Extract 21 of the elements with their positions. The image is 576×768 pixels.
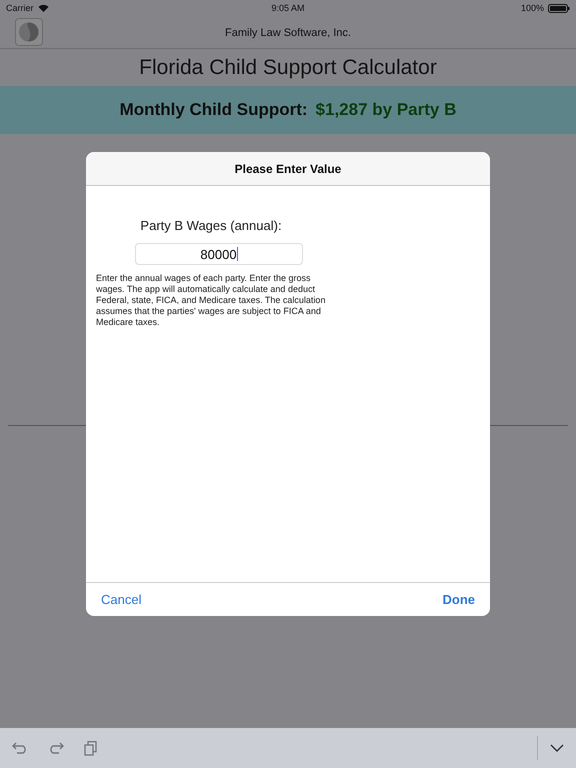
page-title: Florida Child Support Calculator <box>138 54 438 80</box>
chevron-down-icon[interactable] <box>550 744 564 752</box>
carrier-label: Carrier <box>6 3 34 13</box>
app-logo-button[interactable] <box>15 18 43 46</box>
undo-icon[interactable] <box>12 742 28 754</box>
summary-label: Monthly Child Support: <box>120 100 308 120</box>
paste-icon[interactable] <box>84 740 98 756</box>
dialog-title: Please Enter Value <box>86 152 490 186</box>
done-button[interactable]: Done <box>442 592 475 607</box>
input-field[interactable]: 80000 <box>135 243 303 265</box>
redo-icon[interactable] <box>48 742 64 754</box>
summary-value: $1,287 by Party B <box>316 100 456 120</box>
logo-icon <box>19 22 39 42</box>
field-label: Party B Wages (annual): <box>139 218 283 233</box>
battery-percent: 100% <box>520 3 544 13</box>
wifi-icon <box>38 4 49 12</box>
clock-time: 9:05 AM <box>271 3 305 13</box>
cancel-button[interactable]: Cancel <box>101 592 142 607</box>
help-text: Enter the annual wages of each party. Enter the gross wages. The app will automatically calculate and deduct Federal, state, FICA, and Medicare taxes. The calculation assumes that the parties' wages are subject to FICA and Medicare taxes. <box>96 273 326 328</box>
battery-icon <box>548 4 570 12</box>
nav-title: Family Law Software, Inc. <box>225 27 351 39</box>
